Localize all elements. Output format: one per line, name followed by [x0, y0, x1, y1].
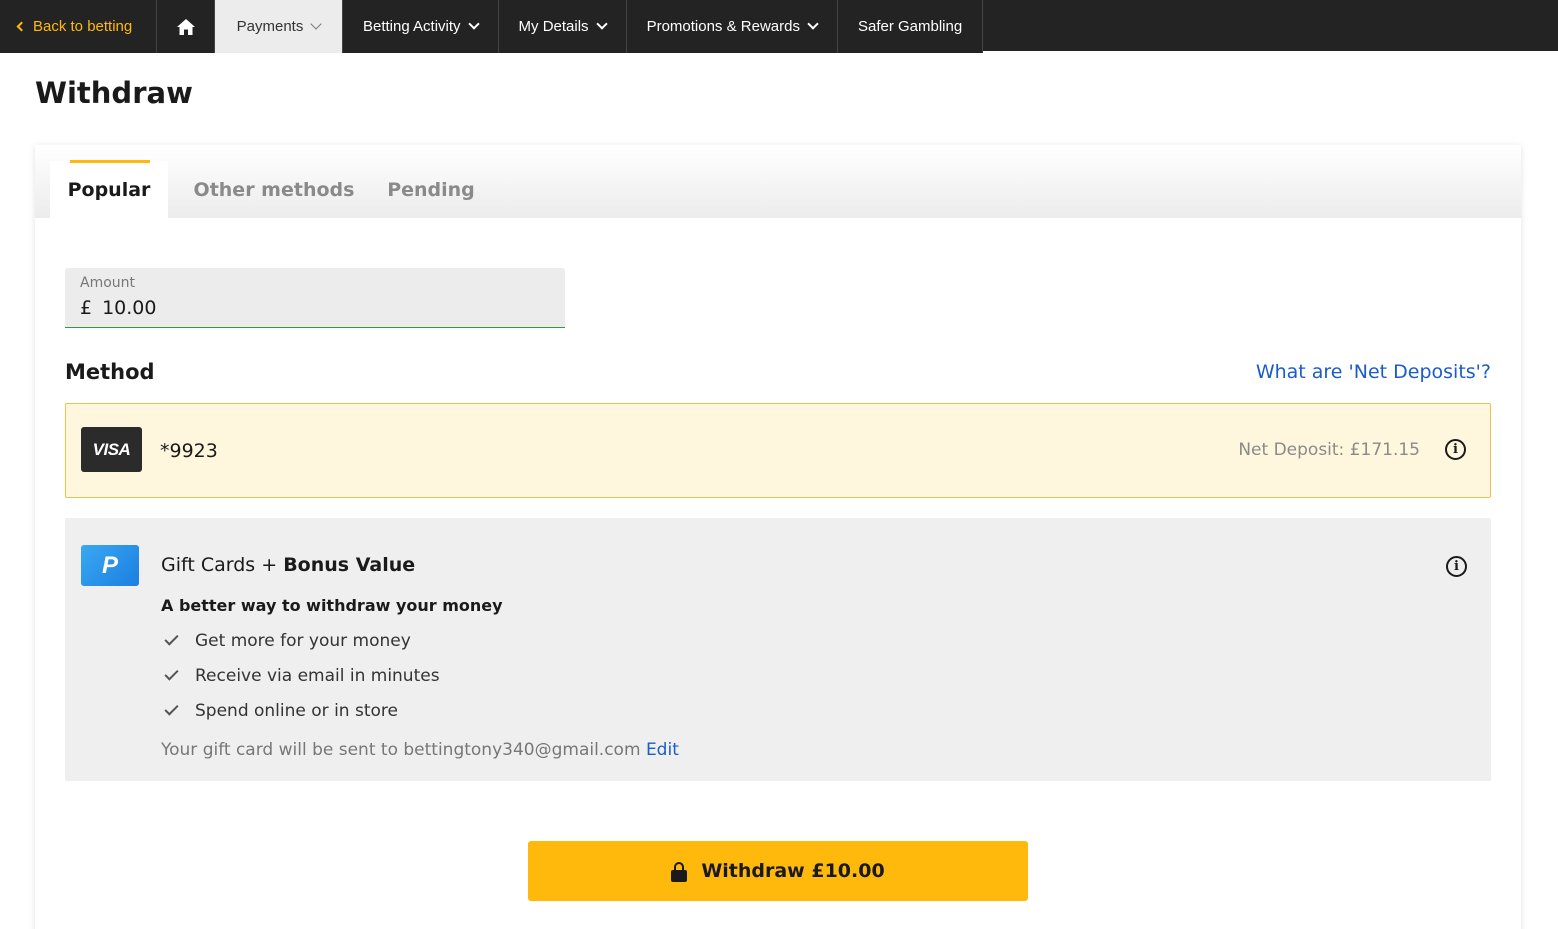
- amount-label: Amount: [80, 275, 136, 291]
- amount-value: 10.00: [102, 297, 157, 319]
- currency-symbol: £: [80, 297, 93, 319]
- benefit-text: Spend online or in store: [195, 701, 398, 721]
- withdraw-button[interactable]: Withdraw £10.00: [528, 841, 1028, 901]
- info-icon[interactable]: i: [1446, 556, 1467, 577]
- gift-card-title-bold: Bonus Value: [283, 554, 416, 576]
- card-number: *9923: [160, 440, 218, 462]
- benefit-text: Get more for your money: [195, 631, 411, 651]
- benefit-item: Spend online or in store: [163, 700, 398, 721]
- tabs-bar: Popular Other methods Pending: [35, 145, 1521, 218]
- gift-card-logo-icon: P: [81, 545, 139, 586]
- net-deposits-link[interactable]: What are 'Net Deposits'?: [1256, 361, 1491, 383]
- nav-safer-gambling[interactable]: Safer Gambling: [838, 0, 984, 53]
- withdraw-button-label: Withdraw £10.00: [701, 860, 885, 882]
- nav-promotions-rewards[interactable]: Promotions & Rewards: [627, 0, 838, 53]
- top-navigation: Back to betting Payments Betting Activit…: [0, 0, 1558, 53]
- visa-logo-icon: VISA: [81, 427, 142, 472]
- nav-payments[interactable]: Payments: [215, 0, 343, 53]
- benefit-text: Receive via email in minutes: [195, 666, 440, 686]
- gift-card-title-prefix: Gift Cards +: [161, 554, 284, 576]
- tab-other-methods[interactable]: Other methods: [182, 161, 366, 218]
- gift-card-option[interactable]: P Gift Cards + Bonus Value i A better wa…: [65, 518, 1491, 781]
- chevron-down-icon: [467, 18, 480, 30]
- nav-betting-activity-label: Betting Activity: [363, 18, 461, 35]
- method-heading: Method: [65, 360, 155, 384]
- nav-spacer: [983, 0, 1558, 53]
- checkmark-icon: [164, 665, 179, 681]
- info-icon[interactable]: i: [1445, 439, 1466, 460]
- nav-betting-activity[interactable]: Betting Activity: [343, 0, 499, 53]
- gift-card-title: Gift Cards + Bonus Value: [161, 554, 415, 576]
- gift-card-email-note: Your gift card will be sent to bettingto…: [161, 740, 679, 760]
- tab-pending[interactable]: Pending: [378, 161, 484, 218]
- lock-icon: [671, 862, 688, 882]
- chevron-down-icon: [807, 18, 819, 30]
- chevron-left-icon: [16, 21, 27, 32]
- checkmark-icon: [164, 700, 179, 716]
- gift-card-subtitle: A better way to withdraw your money: [161, 596, 503, 615]
- edit-email-link[interactable]: Edit: [646, 740, 679, 760]
- home-icon: [176, 18, 195, 35]
- checkmark-icon: [164, 630, 179, 646]
- benefit-item: Get more for your money: [163, 630, 411, 651]
- chevron-down-icon: [595, 18, 608, 30]
- amount-input[interactable]: £10.00: [80, 297, 157, 319]
- back-to-betting-label: Back to betting: [33, 18, 133, 35]
- home-button[interactable]: [157, 0, 215, 53]
- visa-card-option[interactable]: VISA *9923 Net Deposit: £171.15 i: [65, 403, 1491, 498]
- visa-logo-text: VISA: [92, 439, 131, 459]
- nav-promotions-rewards-label: Promotions & Rewards: [646, 18, 800, 35]
- gift-card-logo-letter: P: [101, 551, 118, 579]
- amount-field[interactable]: Amount £10.00: [65, 268, 565, 328]
- back-to-betting-link[interactable]: Back to betting: [0, 0, 157, 53]
- nav-payments-label: Payments: [236, 18, 304, 35]
- tab-popular[interactable]: Popular: [50, 160, 168, 218]
- nav-safer-gambling-label: Safer Gambling: [857, 18, 963, 35]
- chevron-down-icon: [310, 18, 323, 30]
- page-title: Withdraw: [35, 76, 193, 110]
- net-deposit-value: Net Deposit: £171.15: [1238, 440, 1420, 460]
- benefit-item: Receive via email in minutes: [163, 665, 440, 686]
- withdraw-card: Popular Other methods Pending Amount £10…: [35, 145, 1521, 929]
- gift-card-email-text: Your gift card will be sent to bettingto…: [161, 740, 641, 760]
- nav-my-details[interactable]: My Details: [499, 0, 627, 53]
- nav-my-details-label: My Details: [518, 18, 589, 35]
